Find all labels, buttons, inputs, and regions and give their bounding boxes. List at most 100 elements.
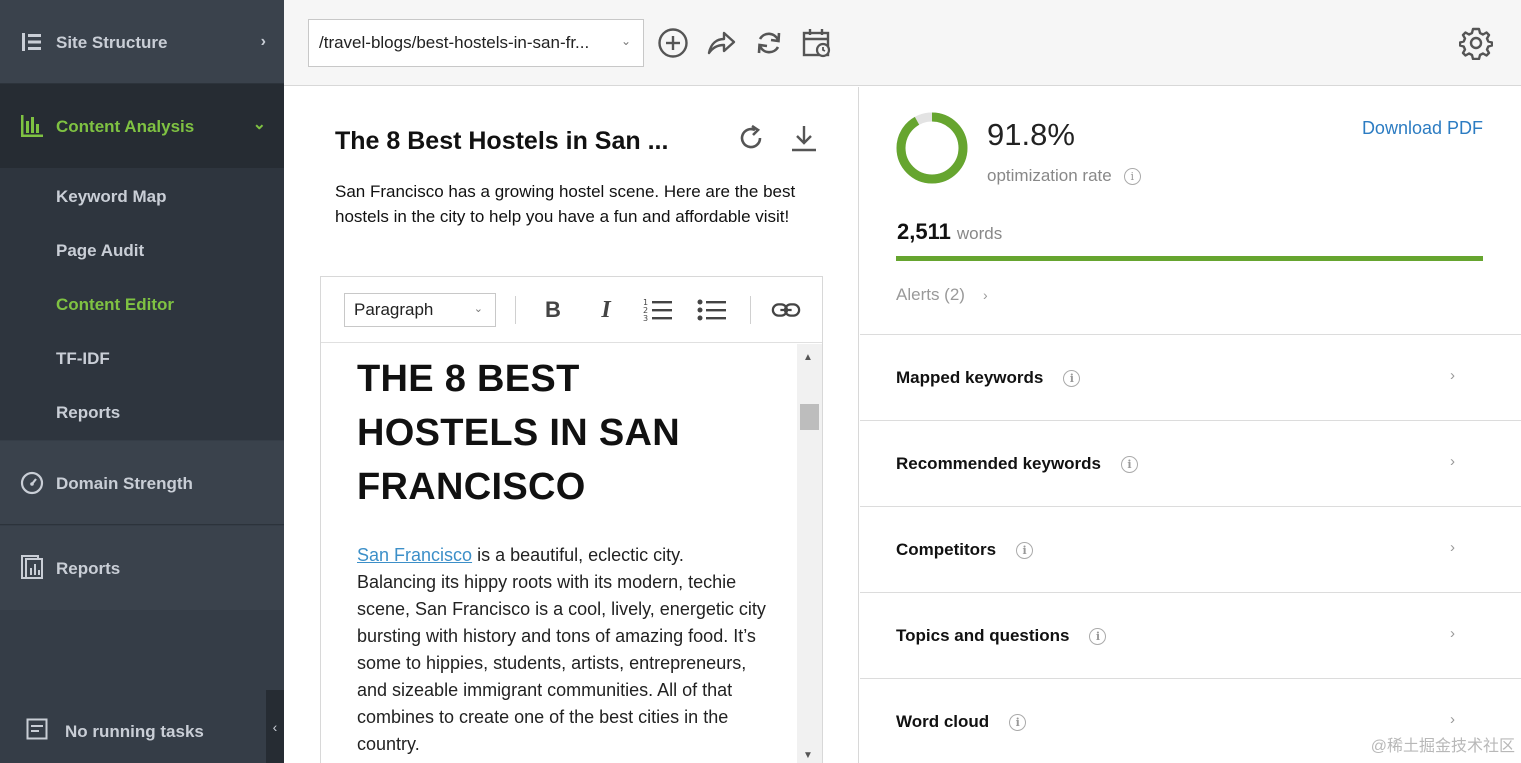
sidebar-item-tf-idf[interactable]: TF-IDF xyxy=(56,349,110,369)
paragraph-text: is a beautiful, eclectic city. Balancing… xyxy=(357,545,766,754)
word-count: 2,511 words xyxy=(897,219,1002,245)
editor-scrollbar[interactable]: ▲ ▼ xyxy=(797,344,822,763)
sidebar-item-domain-strength[interactable]: Domain Strength xyxy=(0,441,284,525)
info-icon[interactable]: i xyxy=(1121,456,1139,474)
tasks-label: No running tasks xyxy=(65,722,204,741)
optimization-panel: 91.8% optimization rate i Download PDF 2,… xyxy=(860,87,1521,763)
bold-icon[interactable]: B xyxy=(538,295,568,325)
rich-text-editor: Paragraph ⌄ B I 123 THE 8 BEST HOSTELS I… xyxy=(320,276,823,763)
analysis-sections: Mapped keywords i › Recommended keywords i… xyxy=(860,334,1521,763)
section-title: Recommended keywords xyxy=(896,454,1102,473)
editor-toolbar: Paragraph ⌄ B I 123 xyxy=(321,277,822,343)
toolbar-divider xyxy=(515,296,516,324)
running-tasks[interactable]: No running tasks xyxy=(0,690,266,763)
editor-content[interactable]: THE 8 BEST HOSTELS IN SAN FRANCISCO San … xyxy=(321,344,797,763)
chevron-right-icon: › xyxy=(260,33,266,50)
section-label: Topics and questions i xyxy=(896,626,1107,646)
gauge-icon xyxy=(19,470,45,496)
article-paragraph: San Francisco is a beautiful, eclectic c… xyxy=(357,542,767,758)
add-icon[interactable] xyxy=(656,26,690,60)
download-pdf-link[interactable]: Download PDF xyxy=(1362,118,1483,139)
info-icon[interactable]: i xyxy=(1089,628,1107,646)
info-icon[interactable]: i xyxy=(1016,542,1034,560)
section-label: Recommended keywords i xyxy=(896,454,1139,474)
info-icon[interactable]: i xyxy=(1063,370,1081,388)
section-title: Competitors xyxy=(896,540,997,559)
section-title: Topics and questions xyxy=(896,626,1070,645)
scroll-down-arrow-icon[interactable]: ▼ xyxy=(803,750,813,761)
sidebar-item-content-editor[interactable]: Content Editor xyxy=(56,295,174,315)
optimization-rate: 91.8% xyxy=(987,117,1075,152)
optimization-ring xyxy=(896,112,968,184)
page-url-value: /travel-blogs/best-hostels-in-san-fr... xyxy=(319,33,590,52)
info-icon[interactable]: i xyxy=(1123,168,1141,186)
chevron-right-icon: › xyxy=(1450,367,1455,384)
sync-icon[interactable] xyxy=(752,26,786,60)
section-recommended-keywords[interactable]: Recommended keywords i › xyxy=(860,420,1521,506)
link-icon[interactable] xyxy=(771,295,801,325)
chevron-down-icon: ⌄ xyxy=(620,34,631,48)
document-title: The 8 Best Hostels in San ... xyxy=(335,127,669,155)
bar-chart-icon xyxy=(19,113,45,139)
info-icon[interactable]: i xyxy=(1009,714,1027,732)
calendar-icon[interactable] xyxy=(800,26,834,60)
sidebar-item-keyword-map[interactable]: Keyword Map xyxy=(56,187,167,207)
chevron-right-icon: › xyxy=(982,287,988,303)
bullet-list-icon[interactable] xyxy=(697,295,727,325)
sidebar-item-label: Content Analysis xyxy=(56,117,195,136)
sidebar-item-page-audit[interactable]: Page Audit xyxy=(56,241,144,261)
ordered-list-icon[interactable]: 123 xyxy=(643,295,673,325)
watermark: @稀土掘金技术社区 xyxy=(1370,738,1515,755)
sidebar-item-site-structure[interactable]: Site Structure › xyxy=(0,0,284,84)
sidebar-item-label: Site Structure xyxy=(56,33,168,52)
download-icon[interactable] xyxy=(789,123,819,158)
chevron-right-icon: › xyxy=(1450,539,1455,556)
gear-icon[interactable] xyxy=(1458,26,1494,61)
word-count-progress xyxy=(896,256,1483,261)
alerts-toggle[interactable]: Alerts (2) › xyxy=(896,285,988,305)
sidebar-item-reports-sub[interactable]: Reports xyxy=(56,403,120,423)
format-select-value: Paragraph xyxy=(354,300,434,319)
top-toolbar: /travel-blogs/best-hostels-in-san-fr... … xyxy=(284,0,1521,86)
section-title: Mapped keywords xyxy=(896,368,1044,387)
chevron-right-icon: › xyxy=(1450,711,1455,728)
chevron-right-icon: › xyxy=(1450,625,1455,642)
san-francisco-link[interactable]: San Francisco xyxy=(357,545,472,565)
article-heading: THE 8 BEST HOSTELS IN SAN FRANCISCO xyxy=(357,358,681,508)
italic-icon[interactable]: I xyxy=(591,295,621,325)
optimization-rate-label: optimization rate i xyxy=(987,166,1141,186)
editor-column: The 8 Best Hostels in San ... San Franci… xyxy=(284,87,859,763)
sidebar-item-label: Reports xyxy=(56,559,121,578)
word-count-value: 2,511 xyxy=(897,219,951,244)
section-topics-and-questions[interactable]: Topics and questions i › xyxy=(860,592,1521,678)
refresh-icon[interactable] xyxy=(736,123,766,158)
optimization-ring-fill xyxy=(896,112,968,184)
list-tree-icon xyxy=(19,29,45,55)
scroll-up-arrow-icon[interactable]: ▲ xyxy=(803,352,813,363)
collapse-sidebar-button[interactable]: ‹ xyxy=(266,690,284,763)
task-list-icon xyxy=(26,718,48,745)
chevron-down-icon: ⌄ xyxy=(473,303,483,315)
chevron-down-icon: ⌄ xyxy=(252,116,266,133)
chevron-right-icon: › xyxy=(1450,453,1455,470)
section-label: Competitors i xyxy=(896,540,1034,560)
toolbar-divider xyxy=(750,296,751,324)
document-description: San Francisco has a growing hostel scene… xyxy=(335,182,796,226)
word-count-unit: words xyxy=(956,224,1003,243)
sidebar-item-label: Domain Strength xyxy=(56,474,193,493)
sidebar: Site Structure › Content Analysis ⌄ Keyw… xyxy=(0,0,284,763)
share-icon[interactable] xyxy=(704,26,738,60)
format-select[interactable]: Paragraph ⌄ xyxy=(344,293,496,327)
section-title: Word cloud xyxy=(896,712,990,731)
svg-text:3: 3 xyxy=(643,314,648,323)
word-count-progress-fill xyxy=(896,256,1483,261)
sidebar-submenu: Keyword Map Page Audit Content Editor TF… xyxy=(0,168,284,440)
section-competitors[interactable]: Competitors i › xyxy=(860,506,1521,592)
sidebar-item-reports[interactable]: Reports xyxy=(0,526,284,610)
scrollbar-thumb[interactable] xyxy=(800,404,819,430)
section-label: Word cloud i xyxy=(896,712,1027,732)
section-mapped-keywords[interactable]: Mapped keywords i › xyxy=(860,334,1521,420)
page-url-select[interactable]: /travel-blogs/best-hostels-in-san-fr... … xyxy=(308,19,644,67)
sidebar-item-content-analysis[interactable]: Content Analysis ⌄ xyxy=(0,84,284,168)
alerts-label: Alerts (2) xyxy=(896,285,965,304)
